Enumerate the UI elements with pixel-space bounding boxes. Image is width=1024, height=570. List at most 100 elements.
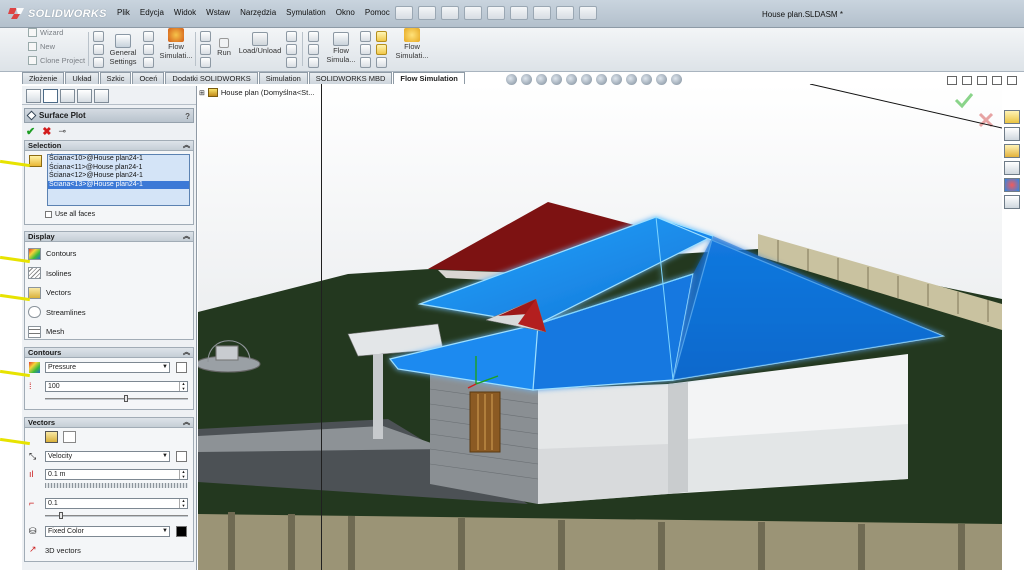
3d-vectors-option[interactable]: 3D vectors — [45, 546, 81, 555]
collapse-chevron-icon[interactable]: ︽ — [183, 232, 190, 241]
display-option-vectors[interactable]: Vectors — [25, 283, 193, 303]
flow-simulation-button-3[interactable]: Flow Simulati... — [394, 28, 430, 60]
vectors-on-surface-icon[interactable] — [45, 431, 58, 443]
tab-uklad[interactable]: Układ — [65, 72, 99, 84]
scale-slider-thumb[interactable] — [59, 512, 64, 519]
folder-icon[interactable] — [1004, 144, 1020, 158]
menu-narzedzia[interactable]: Narzędzia — [235, 8, 281, 17]
dynamic-annotation-icon[interactable] — [566, 74, 577, 85]
units-icon[interactable] — [93, 44, 104, 55]
animation-icon[interactable] — [376, 57, 387, 68]
load-unload-button[interactable]: Load/Unload — [237, 32, 283, 56]
cancel-x-icon[interactable]: ✖ — [42, 125, 51, 138]
tab-mbd[interactable]: SOLIDWORKS MBD — [308, 72, 393, 84]
print-icon[interactable] — [464, 6, 482, 20]
save-icon[interactable] — [441, 6, 459, 20]
run-button[interactable]: Run — [214, 38, 234, 58]
list-item[interactable]: Ściana<10>@House plan24-1 — [48, 155, 189, 164]
flow-trajectories-icon[interactable] — [360, 31, 371, 42]
list-item-selected[interactable]: Ściana<13>@House plan24-1 — [48, 180, 189, 189]
isosurface-icon[interactable] — [308, 57, 319, 68]
spacing-ruler[interactable] — [45, 483, 188, 488]
customize-icon[interactable] — [579, 6, 597, 20]
section-view-icon[interactable] — [551, 74, 562, 85]
menu-wstaw[interactable]: Wstaw — [201, 8, 235, 17]
configuration-manager-tab-icon[interactable] — [60, 89, 75, 103]
params-icon[interactable] — [286, 57, 297, 68]
tab-ocen[interactable]: Oceń — [132, 72, 165, 84]
close-icon[interactable] — [1007, 76, 1017, 85]
display-style-icon[interactable] — [596, 74, 607, 85]
options-icon[interactable] — [556, 6, 574, 20]
results-icon[interactable] — [286, 31, 297, 42]
home-icon[interactable] — [1004, 110, 1020, 124]
boundary-icon[interactable] — [143, 31, 154, 42]
display-monitor-icon[interactable] — [671, 74, 682, 85]
levels-slider-track[interactable] — [45, 398, 188, 400]
display-group-header[interactable]: Display ︽ — [24, 231, 194, 242]
display-manager-tab-icon[interactable] — [77, 89, 92, 103]
tools-icon[interactable] — [93, 57, 104, 68]
wizard-button[interactable]: Wizard — [28, 28, 63, 37]
display-option-isolines[interactable]: Isolines — [25, 264, 193, 284]
open-document-icon[interactable] — [418, 6, 436, 20]
custom-properties-icon[interactable] — [1004, 195, 1020, 209]
lightbulb-icon[interactable] — [376, 31, 387, 42]
apply-scene-icon[interactable] — [641, 74, 652, 85]
collapse-chevron-icon[interactable]: ︽ — [183, 418, 190, 427]
tab-dodatki[interactable]: Dodatki SOLIDWORKS — [165, 72, 258, 84]
tab-szkic[interactable]: Szkic — [99, 72, 132, 84]
cascade-icon[interactable] — [962, 76, 972, 85]
contour-parameter-select[interactable]: Pressure ▼ — [45, 362, 170, 373]
display-option-mesh[interactable]: Mesh — [25, 322, 193, 342]
tile-icon[interactable] — [947, 76, 957, 85]
flow-analysis-tab-icon[interactable] — [94, 89, 109, 103]
expand-icon[interactable]: ⊞ — [199, 89, 205, 97]
menu-widok[interactable]: Widok — [169, 8, 201, 17]
goals-icon[interactable] — [143, 57, 154, 68]
list-item[interactable]: Ściana<11>@House plan24-1 — [48, 164, 189, 173]
flow-simulation-button-1[interactable]: Flow Simulati... — [158, 28, 194, 60]
list-item[interactable]: Ściana<12>@House plan24-1 — [48, 172, 189, 181]
vectors-group-header[interactable]: Vectors ︽ — [24, 417, 194, 428]
flow-simulation-button-2[interactable]: Flow Simula... — [324, 32, 358, 64]
zoom-to-area-icon[interactable] — [521, 74, 532, 85]
batch-icon[interactable] — [200, 57, 211, 68]
contours-group-header[interactable]: Contours ︽ — [24, 347, 194, 358]
menu-edycja[interactable]: Edycja — [135, 8, 169, 17]
scale-slider-track[interactable] — [45, 515, 188, 517]
contour-levels-input[interactable]: 100 ▲ ▼ — [45, 381, 188, 392]
new-project-button[interactable]: New — [28, 42, 55, 51]
surface-plot-ribbon-icon[interactable] — [308, 44, 319, 55]
display-option-streamlines[interactable]: Streamlines — [25, 303, 193, 323]
point-params-icon[interactable] — [360, 57, 371, 68]
spin-arrows-icon[interactable]: ▲ ▼ — [179, 381, 187, 391]
zoom-to-fit-icon[interactable] — [506, 74, 517, 85]
new-document-icon[interactable] — [395, 6, 413, 20]
source-icon[interactable] — [143, 44, 154, 55]
display-option-contours[interactable]: Contours — [25, 244, 193, 264]
mesh-settings-icon[interactable] — [200, 31, 211, 42]
color-swatch-icon[interactable] — [176, 526, 187, 537]
save-results-icon[interactable] — [286, 44, 297, 55]
copy-project-icon[interactable] — [93, 31, 104, 42]
display-results-icon[interactable] — [376, 44, 387, 55]
select-icon[interactable] — [510, 6, 528, 20]
minimize-icon[interactable] — [977, 76, 987, 85]
vectors-static-icon[interactable] — [63, 431, 76, 443]
cut-plot-icon[interactable] — [308, 31, 319, 42]
menu-plik[interactable]: Plik — [112, 8, 135, 17]
undo-icon[interactable] — [487, 6, 505, 20]
spin-arrows-icon[interactable]: ▲ ▼ — [179, 469, 187, 479]
menu-okno[interactable]: Okno — [331, 8, 360, 17]
view-orientation-icon[interactable] — [581, 74, 592, 85]
ok-check-icon[interactable]: ✔ — [26, 125, 35, 138]
clone-project-button[interactable]: Clone Project — [28, 56, 85, 65]
general-settings-button[interactable]: General Settings — [106, 34, 140, 66]
feature-tree-root[interactable]: ⊞ House plan (Domyślna<St... — [199, 88, 314, 97]
pushpin-icon[interactable]: ⊸ — [58, 126, 66, 137]
parameter-settings-icon[interactable] — [176, 362, 187, 373]
particle-study-icon[interactable] — [360, 44, 371, 55]
graphics-viewport[interactable] — [198, 84, 1002, 570]
use-all-faces-row[interactable]: Use all faces — [45, 211, 95, 218]
